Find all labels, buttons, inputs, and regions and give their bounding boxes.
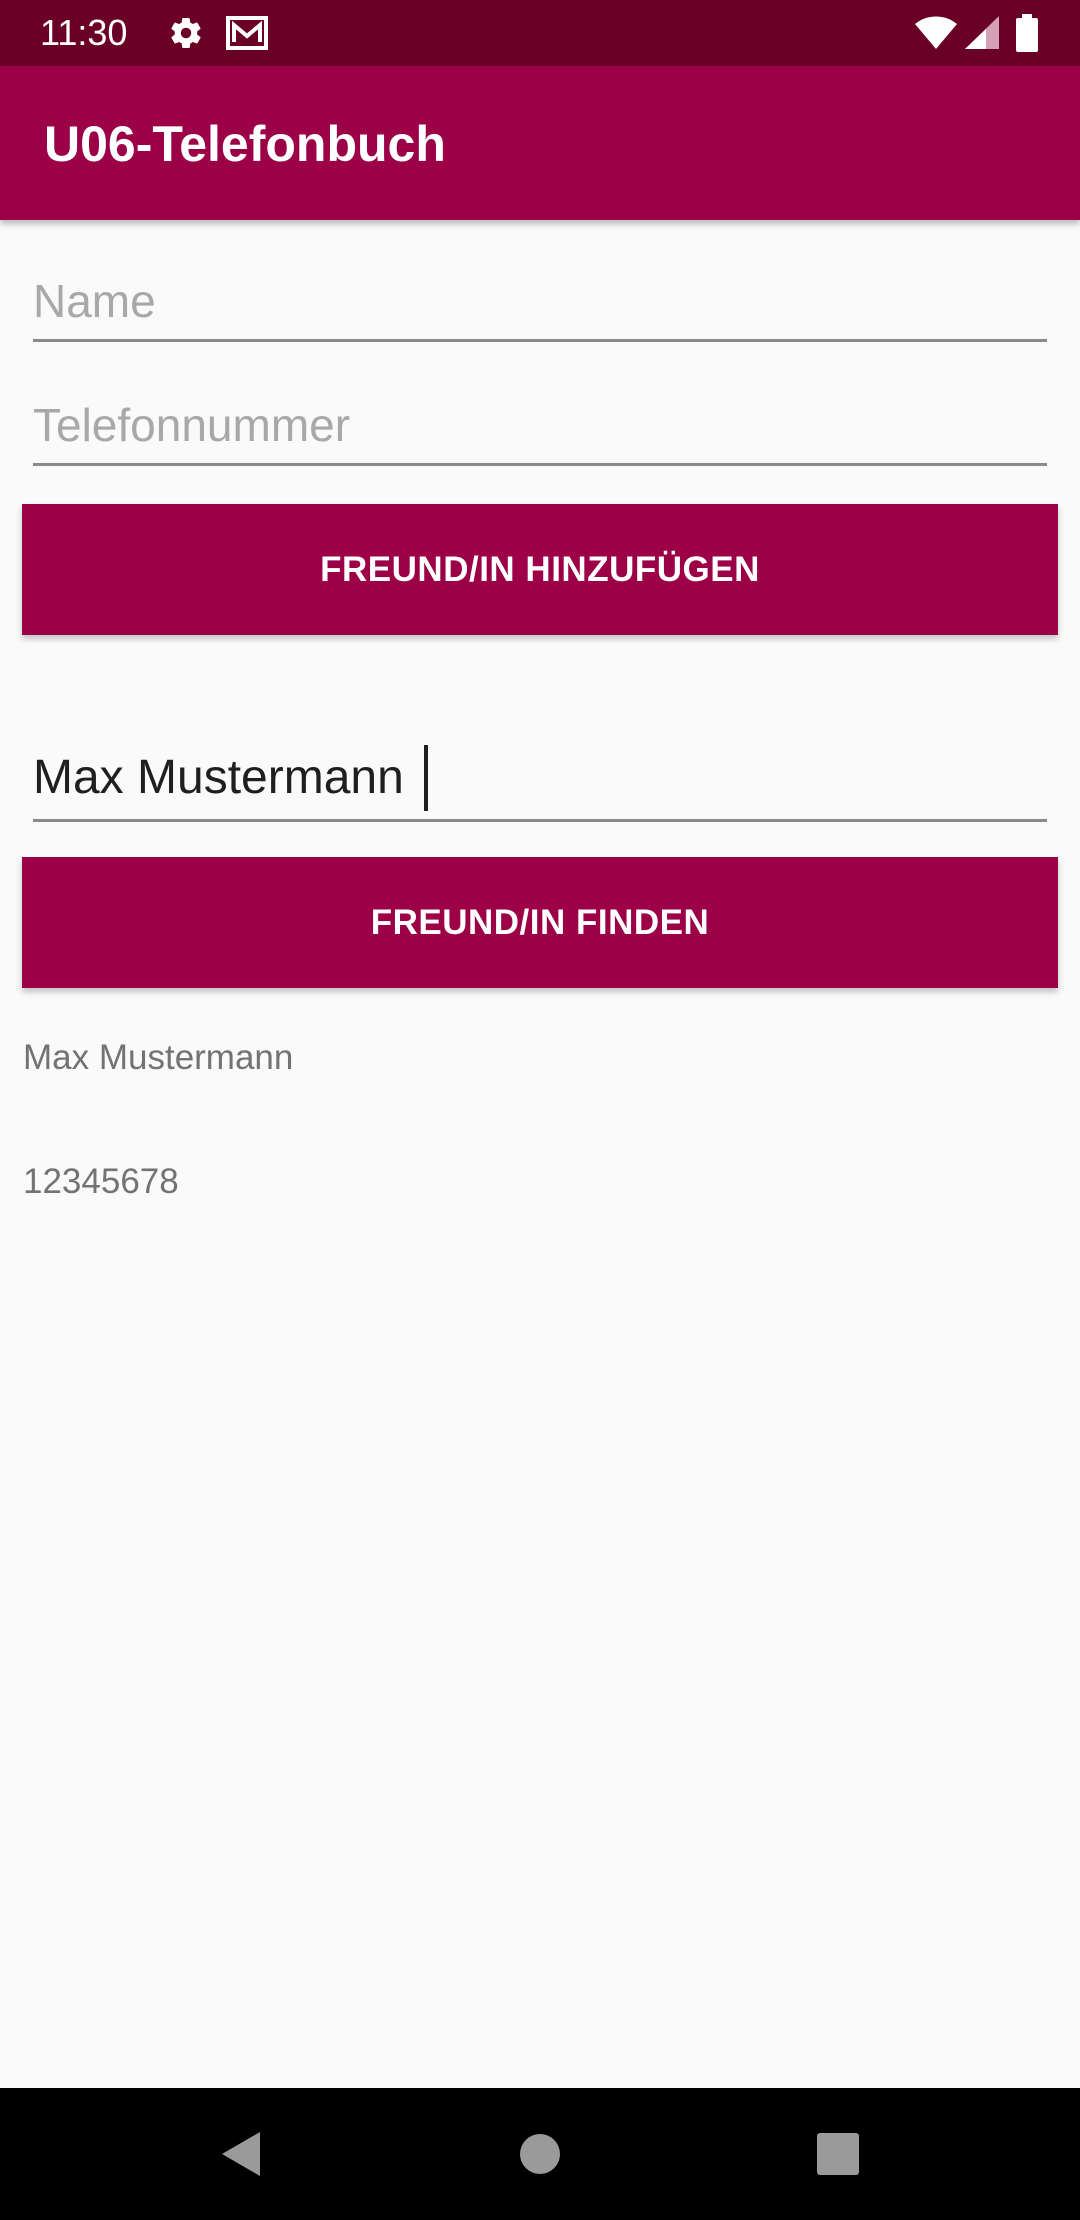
battery-icon xyxy=(1016,14,1038,52)
home-icon[interactable] xyxy=(510,2124,570,2184)
signal-icon xyxy=(965,16,999,49)
text-cursor xyxy=(424,745,428,811)
gmail-icon xyxy=(226,16,268,50)
name-input[interactable] xyxy=(33,262,1047,342)
gear-icon xyxy=(171,18,201,49)
wifi-icon xyxy=(915,16,957,49)
phone-input[interactable] xyxy=(33,386,1047,466)
status-bar: 11:30 xyxy=(0,0,1080,66)
result-phone: 12345678 xyxy=(23,1162,179,1201)
navigation-bar xyxy=(0,2088,1080,2220)
app-bar: U06-Telefonbuch xyxy=(0,66,1080,220)
app-title: U06-Telefonbuch xyxy=(44,116,446,172)
recents-icon[interactable] xyxy=(808,2124,868,2184)
status-time: 11:30 xyxy=(40,12,128,53)
add-friend-button[interactable]: FREUND/IN HINZUFÜGEN xyxy=(22,504,1058,635)
search-input[interactable] xyxy=(33,736,1047,822)
back-icon[interactable] xyxy=(210,2124,270,2184)
find-friend-button[interactable]: FREUND/IN FINDEN xyxy=(22,857,1058,988)
result-name: Max Mustermann xyxy=(23,1038,294,1077)
